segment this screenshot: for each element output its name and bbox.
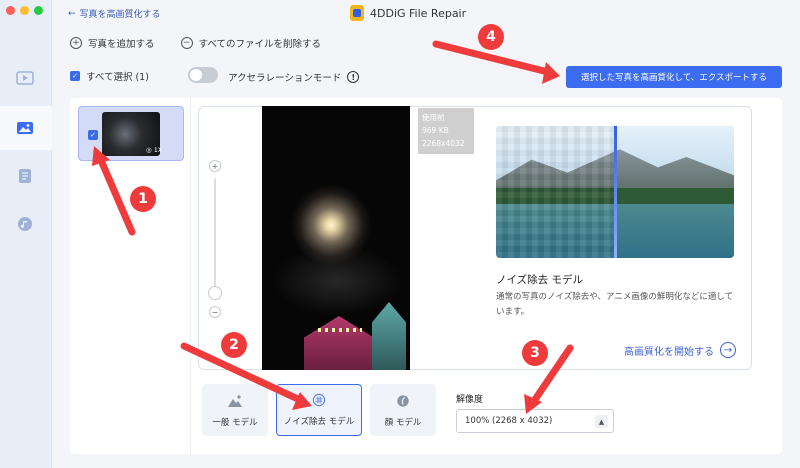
annotation-arrowhead-4 — [542, 62, 560, 84]
annotation-arrow-1 — [96, 154, 136, 236]
step-badge-2: 2 — [221, 332, 247, 358]
step-badge-4: 4 — [478, 24, 504, 50]
step-badge-1: 1 — [130, 186, 156, 212]
annotation-arrowhead-1 — [92, 146, 110, 166]
annotation-overlay — [92, 40, 574, 414]
step-badge-3: 3 — [522, 340, 548, 366]
